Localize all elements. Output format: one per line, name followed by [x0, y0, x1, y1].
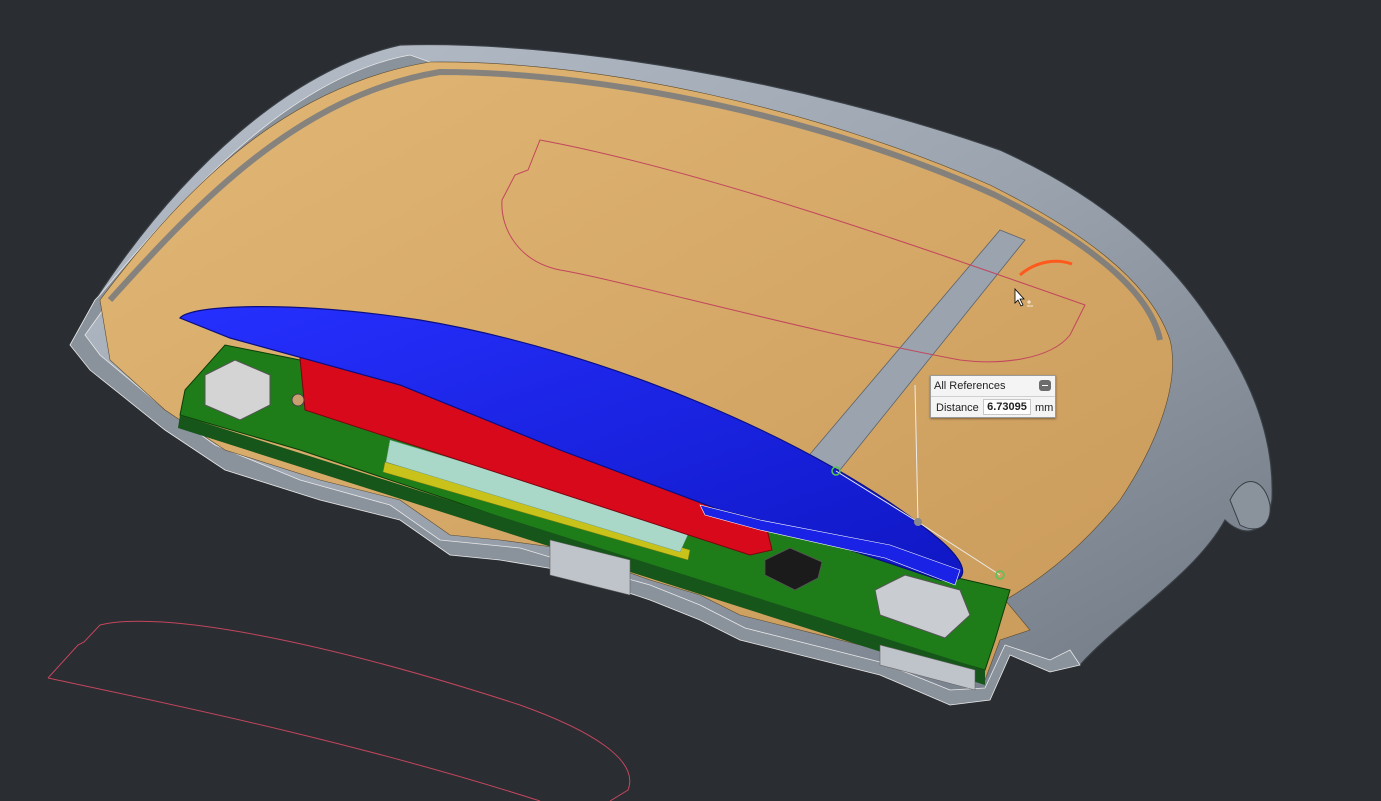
- measure-popup-title: All References: [934, 380, 1006, 392]
- minus-collapse-icon[interactable]: [1039, 380, 1051, 391]
- cad-3d-viewport[interactable]: All References Distance 6.73095 mm: [0, 0, 1381, 801]
- measure-popup-header[interactable]: All References: [931, 376, 1055, 397]
- arrow-cursor-icon: [1014, 288, 1033, 307]
- smd-component[interactable]: [291, 393, 305, 407]
- distance-unit: mm: [1035, 402, 1054, 414]
- measure-result-popup[interactable]: All References Distance 6.73095 mm: [930, 375, 1056, 418]
- cad-model-section-view[interactable]: [0, 0, 1381, 801]
- measure-midpoint: [914, 518, 922, 526]
- sketch-profile-bottom-lower: [47, 677, 541, 801]
- distance-value[interactable]: 6.73095: [983, 399, 1031, 415]
- sketch-profile-bottom[interactable]: [47, 620, 631, 801]
- measure-distance-row: Distance 6.73095 mm: [931, 397, 1055, 417]
- distance-label: Distance: [936, 402, 979, 414]
